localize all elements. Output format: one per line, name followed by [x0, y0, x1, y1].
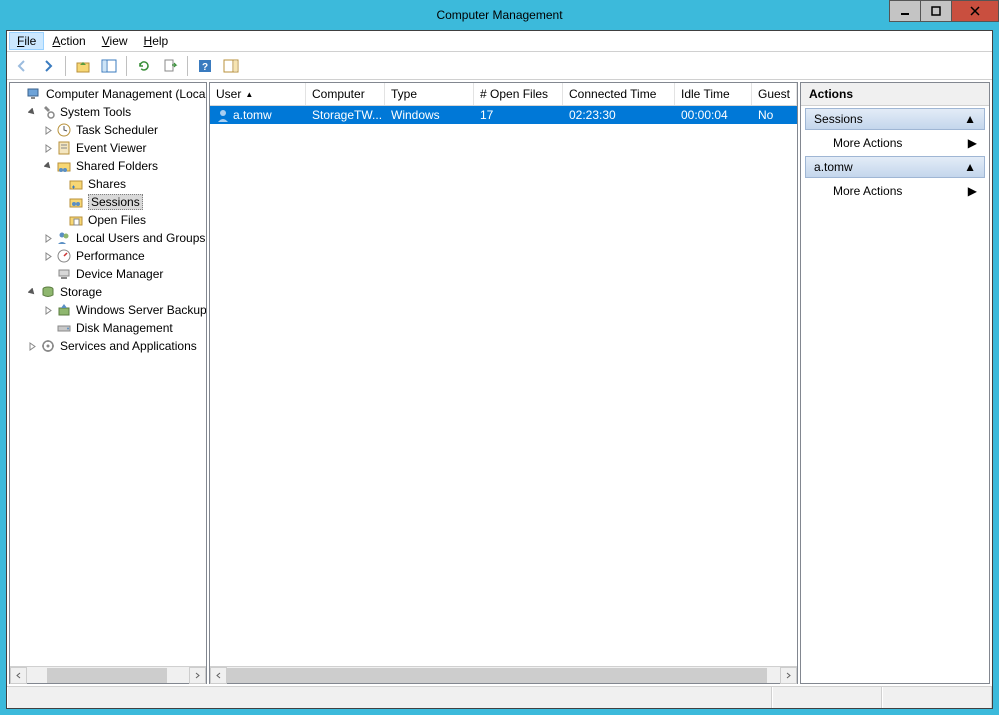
- cell-user: a.tomw: [233, 108, 272, 122]
- user-icon: [216, 108, 230, 122]
- performance-icon: [56, 248, 72, 264]
- tree-storage[interactable]: Storage: [10, 283, 206, 301]
- event-log-icon: [56, 140, 72, 156]
- help-icon[interactable]: ?: [194, 55, 216, 77]
- collapse-icon: ▲: [964, 112, 976, 126]
- col-computer[interactable]: Computer: [306, 83, 385, 105]
- collapse-icon[interactable]: [26, 286, 38, 298]
- tree-disk-mgmt[interactable]: Disk Management: [10, 319, 206, 337]
- tree-task-scheduler[interactable]: Task Scheduler: [10, 121, 206, 139]
- sort-asc-icon: ▲: [245, 90, 253, 99]
- scroll-left-icon[interactable]: [10, 667, 27, 684]
- cell-computer: StorageTW...: [312, 108, 382, 122]
- expand-icon[interactable]: [42, 304, 54, 316]
- tree-shared-folders[interactable]: Shared Folders: [10, 157, 206, 175]
- collapse-icon[interactable]: [26, 106, 38, 118]
- cell-type: Windows: [391, 108, 440, 122]
- tree-local-users[interactable]: Local Users and Groups: [10, 229, 206, 247]
- tree-services-apps[interactable]: Services and Applications: [10, 337, 206, 355]
- col-connected-time[interactable]: Connected Time: [563, 83, 675, 105]
- svg-text:?: ?: [202, 62, 208, 73]
- menu-file[interactable]: File: [9, 32, 44, 50]
- col-guest[interactable]: Guest: [752, 83, 797, 105]
- tree-panel: Computer Management (Local System Tools …: [9, 82, 207, 684]
- tree-system-tools[interactable]: System Tools: [10, 103, 206, 121]
- expand-icon[interactable]: [26, 340, 38, 352]
- shares-icon: [68, 176, 84, 192]
- chevron-right-icon: ▶: [968, 184, 977, 198]
- actions-panel: Actions Sessions ▲ More Actions ▶ a.tomw…: [800, 82, 990, 684]
- collapse-icon: ▲: [964, 160, 976, 174]
- back-icon: [11, 55, 33, 77]
- tree-hscroll[interactable]: [10, 666, 206, 683]
- tools-icon: [40, 104, 56, 120]
- users-icon: [56, 230, 72, 246]
- up-folder-icon[interactable]: [72, 55, 94, 77]
- cell-idle-time: 00:00:04: [681, 108, 728, 122]
- action-section-sessions[interactable]: Sessions ▲: [805, 108, 985, 130]
- cell-connected-time: 02:23:30: [569, 108, 616, 122]
- storage-icon: [40, 284, 56, 300]
- tree-open-files[interactable]: Open Files: [10, 211, 206, 229]
- tree-event-viewer[interactable]: Event Viewer: [10, 139, 206, 157]
- scroll-left-icon[interactable]: [210, 667, 227, 684]
- list-panel: User▲ Computer Type # Open Files Connect…: [209, 82, 798, 684]
- maximize-button[interactable]: [920, 0, 952, 22]
- show-hide-tree-icon[interactable]: [98, 55, 120, 77]
- forward-icon[interactable]: [37, 55, 59, 77]
- status-bar: [7, 686, 992, 708]
- sessions-icon: [68, 194, 84, 210]
- open-files-icon: [68, 212, 84, 228]
- expand-icon[interactable]: [42, 250, 54, 262]
- menu-bar: File Action View Help: [7, 31, 992, 52]
- tree-shares[interactable]: Shares: [10, 175, 206, 193]
- action-more-user[interactable]: More Actions ▶: [805, 180, 985, 202]
- col-user[interactable]: User▲: [210, 83, 306, 105]
- computer-icon: [26, 86, 42, 102]
- cell-open-files: 17: [480, 108, 493, 122]
- tree-root[interactable]: Computer Management (Local: [10, 85, 206, 103]
- scroll-right-icon[interactable]: [780, 667, 797, 684]
- window-title: Computer Management: [436, 8, 562, 22]
- services-icon: [40, 338, 56, 354]
- tree-performance[interactable]: Performance: [10, 247, 206, 265]
- export-list-icon[interactable]: [159, 55, 181, 77]
- menu-action[interactable]: Action: [44, 32, 93, 50]
- disk-icon: [56, 320, 72, 336]
- collapse-icon[interactable]: [42, 160, 54, 172]
- tree-win-backup[interactable]: Windows Server Backup: [10, 301, 206, 319]
- clock-icon: [56, 122, 72, 138]
- actions-header: Actions: [801, 83, 989, 106]
- cell-guest: No: [758, 108, 773, 122]
- action-section-user[interactable]: a.tomw ▲: [805, 156, 985, 178]
- action-more-sessions[interactable]: More Actions ▶: [805, 132, 985, 154]
- close-button[interactable]: [951, 0, 999, 22]
- list-header: User▲ Computer Type # Open Files Connect…: [210, 83, 797, 106]
- scroll-right-icon[interactable]: [189, 667, 206, 684]
- expand-icon[interactable]: [42, 142, 54, 154]
- minimize-button[interactable]: [889, 0, 921, 22]
- list-row[interactable]: a.tomw StorageTW... Windows 17 02:23:30 …: [210, 106, 797, 124]
- shared-folder-icon: [56, 158, 72, 174]
- tree-sessions[interactable]: Sessions: [10, 193, 206, 211]
- show-hide-action-icon[interactable]: [220, 55, 242, 77]
- col-type[interactable]: Type: [385, 83, 474, 105]
- chevron-right-icon: ▶: [968, 136, 977, 150]
- backup-icon: [56, 302, 72, 318]
- menu-view[interactable]: View: [94, 32, 136, 50]
- tree-device-manager[interactable]: Device Manager: [10, 265, 206, 283]
- menu-help[interactable]: Help: [136, 32, 177, 50]
- list-hscroll[interactable]: [210, 666, 797, 683]
- expand-icon[interactable]: [42, 124, 54, 136]
- col-open-files[interactable]: # Open Files: [474, 83, 563, 105]
- col-idle-time[interactable]: Idle Time: [675, 83, 752, 105]
- device-icon: [56, 266, 72, 282]
- title-bar: Computer Management: [0, 0, 999, 30]
- toolbar: ?: [7, 52, 992, 80]
- refresh-icon[interactable]: [133, 55, 155, 77]
- expand-icon[interactable]: [42, 232, 54, 244]
